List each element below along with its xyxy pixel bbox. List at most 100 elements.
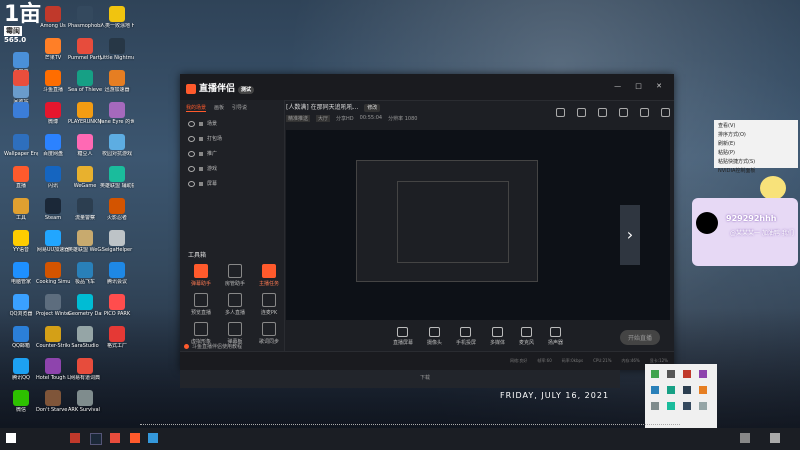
- tab-guide[interactable]: 引导说: [232, 104, 247, 112]
- bag-icon[interactable]: [598, 108, 607, 117]
- desktop-icon[interactable]: Wallpaper Engine: [4, 134, 38, 157]
- desktop-icon[interactable]: 腾讯QQ: [4, 358, 38, 381]
- go-live-button[interactable]: 开始直播: [619, 330, 660, 345]
- context-menu-item[interactable]: 排序方式(O): [718, 131, 794, 140]
- desktop-icon[interactable]: 英雄联盟 WeGame版: [68, 230, 102, 253]
- desktop-icon[interactable]: [4, 70, 38, 87]
- eye-icon[interactable]: [188, 165, 195, 172]
- desktop-icon[interactable]: 电脑管家: [4, 262, 38, 285]
- desktop-icon[interactable]: Hotel Tough Life: [36, 358, 70, 381]
- desktop-icon[interactable]: 网易有道词典: [68, 358, 102, 381]
- desktop-icon[interactable]: Steam: [36, 198, 70, 221]
- control-button[interactable]: 摄像头: [427, 326, 442, 346]
- tray-icon[interactable]: [683, 386, 691, 394]
- desktop-icon[interactable]: Among Us: [36, 6, 70, 29]
- desktop-icon[interactable]: 糖豆人: [68, 134, 102, 157]
- desktop-icon[interactable]: Don't Starve Together: [36, 390, 70, 413]
- context-menu-item[interactable]: 查看(V): [718, 122, 794, 131]
- control-button[interactable]: 麦克风: [519, 326, 534, 346]
- source-item[interactable]: 推广: [180, 146, 284, 161]
- lock-icon[interactable]: [199, 151, 203, 156]
- start-icon[interactable]: [6, 433, 16, 443]
- desktop-icon[interactable]: Counter-Strike Global Off...: [36, 326, 70, 349]
- tray-icon[interactable]: [699, 402, 707, 410]
- stream-preview[interactable]: [286, 130, 670, 320]
- desktop-icon[interactable]: YY语音: [4, 230, 38, 253]
- desktop-icon[interactable]: Geometry Dash: [68, 294, 102, 317]
- taskbar-tray-icon[interactable]: [740, 433, 750, 443]
- desktop-icon[interactable]: 微信: [4, 390, 38, 413]
- lock-icon[interactable]: [199, 166, 203, 171]
- desktop-icon[interactable]: 网易UU加速器: [36, 230, 70, 253]
- tray-icon[interactable]: [667, 370, 675, 378]
- control-button[interactable]: 直播屏幕: [393, 326, 413, 346]
- tool-button[interactable]: 弹幕板: [220, 322, 250, 345]
- desktop-icon[interactable]: Sea of Thieves: [68, 70, 102, 93]
- window-controls[interactable]: — □ ✕: [614, 82, 668, 90]
- control-button[interactable]: 手机投屏: [456, 326, 476, 346]
- desktop-icon[interactable]: 闪讯: [36, 166, 70, 189]
- desktop-icon[interactable]: 微博: [36, 102, 70, 125]
- tool-button[interactable]: 弹幕助手: [186, 264, 216, 287]
- desktop-icon[interactable]: 流量警察: [68, 198, 102, 221]
- tab-canvas[interactable]: 画板: [214, 104, 224, 112]
- desktop-icon[interactable]: 腾讯会议: [100, 262, 134, 285]
- desktop-icon[interactable]: Little Nightmares: [100, 38, 134, 61]
- desktop-icon[interactable]: 极品飞车: [68, 262, 102, 285]
- steam-icon[interactable]: [90, 433, 102, 445]
- tray-icon[interactable]: [651, 386, 659, 394]
- desktop-icon[interactable]: 百度网盘: [36, 134, 70, 157]
- settings-icon[interactable]: [661, 108, 670, 117]
- lock-icon[interactable]: [199, 181, 203, 186]
- box-icon[interactable]: [577, 108, 586, 117]
- tab-scenes[interactable]: 我的场景: [186, 104, 207, 112]
- desktop-icon[interactable]: Jane Eyre 的世界: [100, 102, 134, 125]
- desktop-icon[interactable]: ARK Survival Evolved: [68, 390, 102, 413]
- taskbar-app-icon[interactable]: [110, 433, 120, 443]
- desktop-icon[interactable]: QQ邮箱: [4, 326, 38, 349]
- taskbar-app-icon[interactable]: [70, 433, 80, 443]
- desktop-icon[interactable]: Project Winter: [36, 294, 70, 317]
- desktop-icon[interactable]: 斗鱼直播: [36, 70, 70, 93]
- eye-icon[interactable]: [188, 135, 195, 142]
- desktop-icon[interactable]: Phasmophobia: [68, 6, 102, 29]
- tray-icon[interactable]: [699, 370, 707, 378]
- control-button[interactable]: 扬声器: [548, 326, 563, 346]
- desktop-icon[interactable]: 英雄联盟 辅助插件: [100, 166, 134, 189]
- lock-icon[interactable]: [199, 121, 203, 126]
- edit-title-button[interactable]: 修改: [364, 104, 381, 112]
- desktop-icon[interactable]: 工具: [4, 198, 38, 221]
- eye-icon[interactable]: [188, 180, 195, 187]
- tool-button[interactable]: 虚拟形象: [186, 322, 216, 345]
- gift-icon[interactable]: [556, 108, 565, 117]
- tool-button[interactable]: 房管助手: [220, 264, 250, 287]
- desktop-icon[interactable]: WeGame: [68, 166, 102, 189]
- desktop-icon[interactable]: QQ浏览器: [4, 294, 38, 317]
- desktop-icon[interactable]: 校园对抗游戏: [100, 134, 134, 157]
- desktop-icon[interactable]: [4, 102, 38, 119]
- tray-icon[interactable]: [683, 402, 691, 410]
- eye-icon[interactable]: [188, 150, 195, 157]
- eye-icon[interactable]: [188, 120, 195, 127]
- context-menu-item[interactable]: 刷新(E): [718, 140, 794, 149]
- source-item[interactable]: 游戏: [180, 161, 284, 176]
- desktop-icon[interactable]: 迅游加速器: [100, 70, 134, 93]
- context-menu-item[interactable]: 粘贴快捷方式(S): [718, 158, 794, 167]
- tool-button[interactable]: 连麦PK: [254, 293, 284, 316]
- desktop-icon[interactable]: PLAYERUNKNOWN'S BATTLEGR...: [68, 102, 102, 125]
- tool-button[interactable]: 主播任务: [254, 264, 284, 287]
- desktop-icon[interactable]: 格式工厂: [100, 326, 134, 349]
- tray-icon[interactable]: [667, 386, 675, 394]
- bell-icon[interactable]: [640, 108, 649, 117]
- tray-icon[interactable]: [699, 386, 707, 394]
- desktop-icon[interactable]: SaraStudio: [68, 326, 102, 349]
- tray-icon[interactable]: [651, 370, 659, 378]
- context-menu-item[interactable]: 粘贴(P): [718, 149, 794, 158]
- desktop-icon[interactable]: Cooking Simulator: [36, 262, 70, 285]
- taskbar-app-icon[interactable]: [130, 433, 140, 443]
- desktop-icon[interactable]: Pummel Party: [68, 38, 102, 61]
- source-item[interactable]: 屏幕: [180, 176, 284, 191]
- desktop-icon[interactable]: 芒果TV: [36, 38, 70, 61]
- context-menu-item[interactable]: NVIDIA控制面板: [718, 167, 794, 176]
- tool-button[interactable]: 预览直播: [186, 293, 216, 316]
